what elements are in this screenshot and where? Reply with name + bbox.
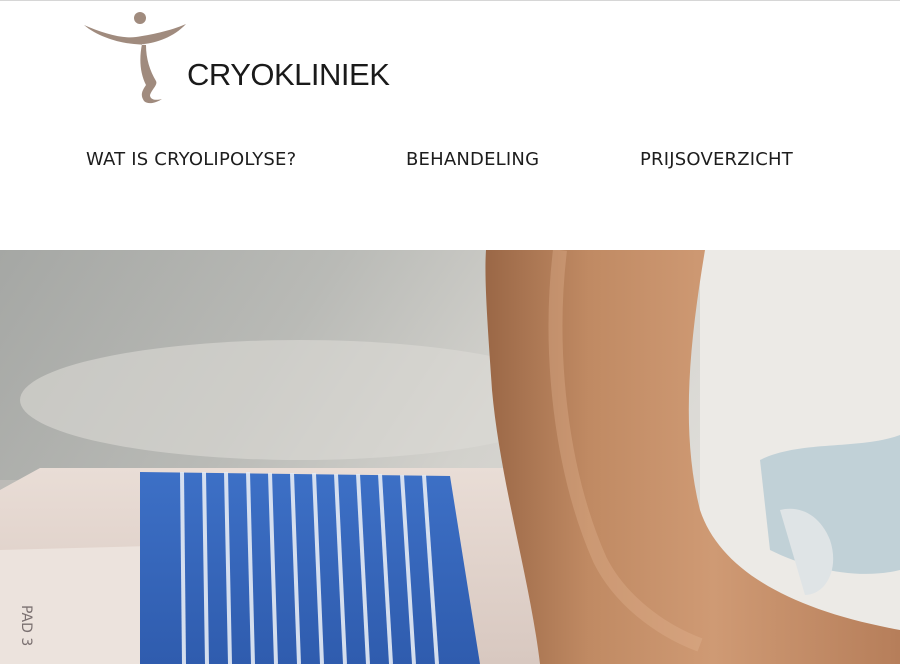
device-label: PAD 3 (18, 605, 34, 646)
hero-image: PAD 3 (0, 250, 900, 664)
logo-link[interactable]: CRYOKLINIEK (84, 11, 414, 107)
nav-item-cryolipolyse[interactable]: WAT IS CRYOLIPOLYSE? (86, 149, 296, 170)
brand-name: CRYOKLINIEK (187, 57, 390, 92)
nav-item-behandeling[interactable]: BEHANDELING (406, 149, 539, 170)
main-navigation: WAT IS CRYOLIPOLYSE? BEHANDELING PRIJSOV… (0, 149, 900, 181)
logo-figure-icon (84, 12, 186, 104)
hero-photo: PAD 3 (0, 250, 900, 664)
site-header: CRYOKLINIEK WAT IS CRYOLIPOLYSE? BEHANDE… (0, 1, 900, 250)
nav-item-prijsoverzicht[interactable]: PRIJSOVERZICHT (640, 149, 793, 170)
